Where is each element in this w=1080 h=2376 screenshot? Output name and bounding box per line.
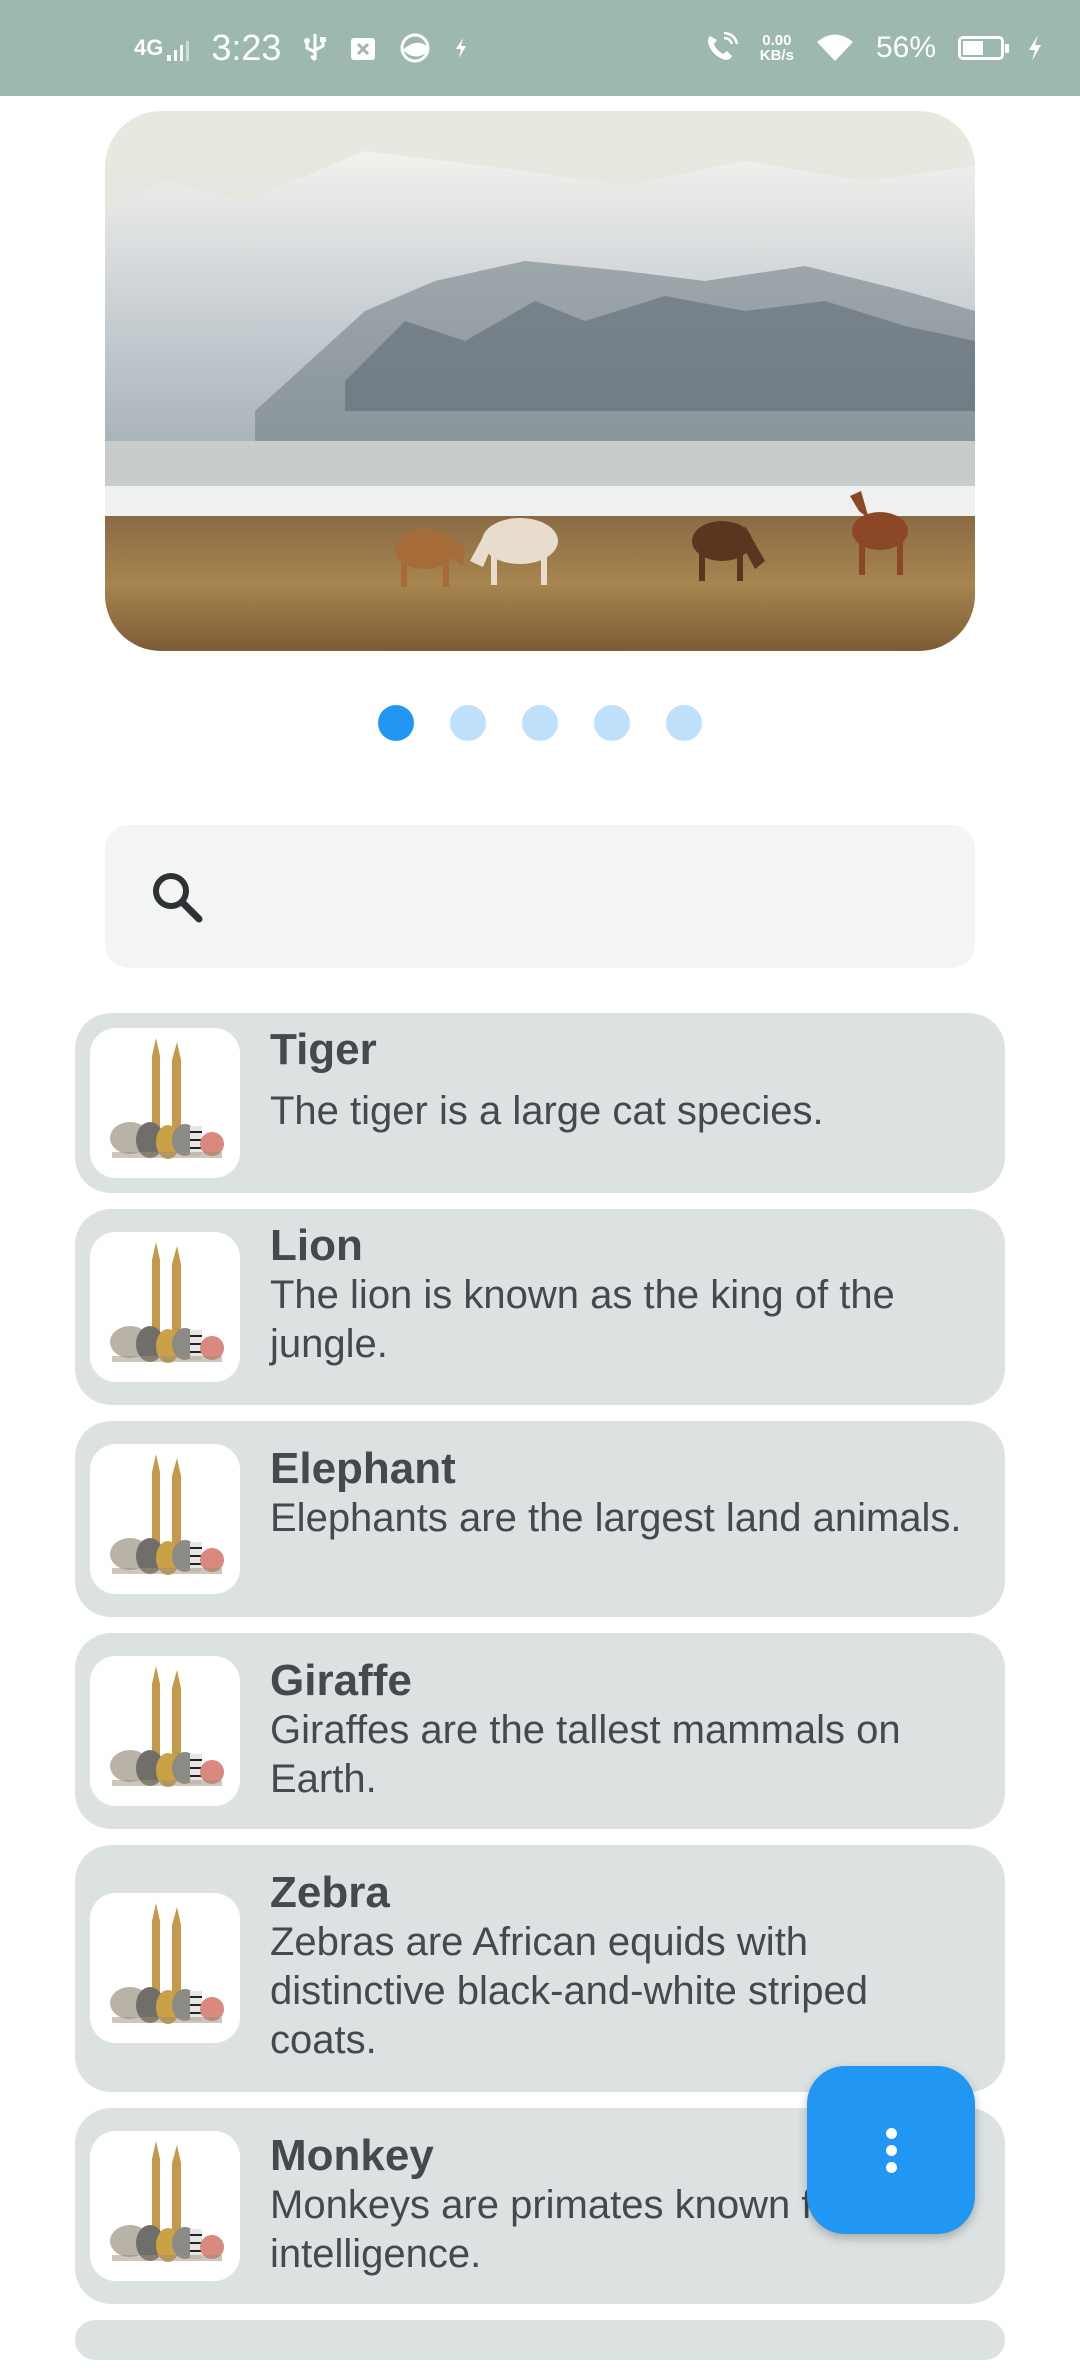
search-input[interactable]	[225, 855, 949, 941]
animals-group-image	[90, 2131, 240, 2281]
carousel-dot[interactable]	[522, 705, 558, 741]
more-vert-icon-dot	[885, 2127, 897, 2139]
more-vert-icon-dot	[885, 2161, 897, 2173]
animal-thumbnail	[90, 1656, 240, 1806]
charging-icon	[1029, 35, 1041, 61]
charging-small-icon	[456, 38, 467, 58]
animal-card-tiger[interactable]: Tiger The tiger is a large cat species.	[75, 1013, 1005, 1193]
carousel-dot[interactable]	[378, 705, 414, 741]
animals-group-image	[90, 1028, 240, 1178]
animal-text: Tiger The tiger is a large cat species.	[270, 1013, 1005, 1136]
sync-status-icon	[400, 33, 430, 63]
search-bar[interactable]	[105, 825, 975, 968]
status-time: 3:23	[211, 27, 282, 68]
volte-call-icon	[707, 32, 738, 60]
animals-group-image	[90, 1656, 240, 1806]
more-vert-icon-dot	[885, 2144, 897, 2156]
animal-card-giraffe[interactable]: Giraffe Giraffes are the tallest mammals…	[75, 1633, 1005, 1829]
wifi-icon	[816, 34, 853, 61]
animal-card-zebra[interactable]: Zebra Zebras are African equids with dis…	[75, 1845, 1005, 2092]
animal-thumbnail	[90, 1232, 240, 1382]
battery-icon	[958, 36, 1009, 60]
animal-description: The lion is known as the king of the jun…	[270, 1273, 895, 1366]
animal-name: Giraffe	[270, 1656, 412, 1705]
network-type: 4G	[134, 35, 164, 60]
animal-thumbnail	[90, 1444, 240, 1594]
usb-icon	[304, 34, 327, 62]
more-options-fab[interactable]	[807, 2066, 975, 2234]
notification-app-icon	[351, 38, 376, 60]
status-left: 4G 3:23	[134, 0, 469, 96]
carousel-dot[interactable]	[666, 705, 702, 741]
battery-percent: 56%	[875, 31, 936, 64]
status-bar: 4G 3:23 0.00 KB/s 56%	[0, 0, 1080, 96]
speed-unit: KB/s	[759, 47, 794, 64]
signal-icon	[167, 41, 190, 61]
animal-card-lion[interactable]: Lion The lion is known as the king of th…	[75, 1209, 1005, 1405]
animals-group-image	[90, 1893, 240, 2043]
animal-name: Lion	[270, 1221, 363, 1270]
network-speed: 0.00 KB/s	[760, 33, 794, 63]
network-indicator: 4G	[134, 35, 190, 61]
animal-text: Zebra Zebras are African equids with dis…	[270, 1845, 1005, 2065]
animal-text: Lion The lion is known as the king of th…	[270, 1209, 1005, 1369]
animal-thumbnail	[90, 1893, 240, 2043]
animal-thumbnail	[90, 1028, 240, 1178]
animal-name: Tiger	[270, 1025, 377, 1074]
landscape-horses-image	[105, 111, 975, 651]
carousel-dot[interactable]	[594, 705, 630, 741]
animal-card-partial[interactable]	[75, 2320, 1005, 2360]
animal-description: Zebras are African equids with distincti…	[270, 1920, 869, 2062]
animal-text: Elephant Elephants are the largest land …	[270, 1421, 1005, 1543]
animal-thumbnail	[90, 2131, 240, 2281]
animal-name: Zebra	[270, 1868, 390, 1917]
animal-name: Elephant	[270, 1444, 456, 1493]
animal-text: Giraffe Giraffes are the tallest mammals…	[270, 1633, 1005, 1804]
carousel-dot[interactable]	[450, 705, 486, 741]
animal-description: Elephants are the largest land animals.	[270, 1496, 962, 1540]
banner-carousel-image[interactable]	[105, 111, 975, 651]
search-icon	[153, 873, 203, 923]
animal-card-elephant[interactable]: Elephant Elephants are the largest land …	[75, 1421, 1005, 1617]
animal-description: The tiger is a large cat species.	[270, 1089, 824, 1133]
animals-group-image	[90, 1232, 240, 1382]
animal-description: Giraffes are the tallest mammals on Eart…	[270, 1708, 901, 1801]
animals-group-image	[90, 1444, 240, 1594]
carousel-indicator	[0, 705, 1080, 741]
speed-value: 0.00	[762, 32, 792, 49]
status-right: 0.00 KB/s 56%	[704, 0, 1044, 96]
